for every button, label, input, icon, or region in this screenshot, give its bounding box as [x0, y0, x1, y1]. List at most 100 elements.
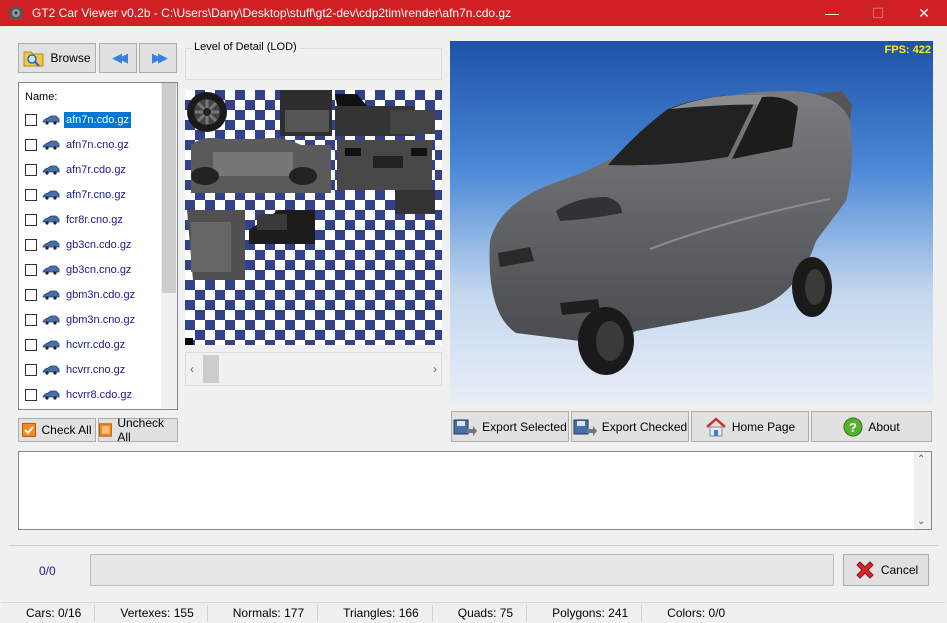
file-name: afn7n.cno.gz [66, 138, 129, 151]
scroll-left-icon[interactable]: ‹ [190, 362, 194, 376]
list-item[interactable]: fcr8r.cno.gz [19, 207, 162, 232]
item-checkbox[interactable] [25, 313, 37, 326]
car-file-icon [42, 315, 60, 325]
list-item[interactable]: gbm3n.cno.gz [19, 307, 162, 332]
list-item[interactable]: afn7r.cno.gz [19, 182, 162, 207]
item-checkbox[interactable] [25, 113, 37, 126]
title-bar: GT2 Car Viewer v0.2b - C:\Users\Dany\Des… [0, 0, 947, 26]
app-icon [9, 6, 23, 20]
export-checked-button[interactable]: Export Checked [571, 411, 689, 442]
log-output[interactable]: ⌃ ⌄ [18, 451, 932, 530]
cancel-x-icon [856, 561, 874, 579]
list-item[interactable]: hcvrr.cno.gz [19, 357, 162, 382]
list-item[interactable]: afn7r.cdo.gz [19, 157, 162, 182]
item-checkbox[interactable] [25, 188, 37, 201]
item-checkbox[interactable] [25, 138, 37, 151]
car-model-render [489, 91, 853, 375]
file-name: gbm3n.cno.gz [66, 313, 136, 326]
list-item[interactable]: gbm3n.cdo.gz [19, 282, 162, 307]
item-checkbox[interactable] [25, 213, 37, 226]
car-file-icon [42, 215, 60, 225]
home-page-button[interactable]: Home Page [691, 411, 809, 442]
maximize-button[interactable]: ☐ [855, 0, 901, 26]
list-item[interactable]: afn7n.cno.gz [19, 132, 162, 157]
next-button[interactable]: ▶▶ [139, 43, 177, 73]
list-item[interactable]: afn7n.cdo.gz [19, 107, 162, 132]
file-name: hcvrr.cdo.gz [66, 338, 126, 351]
file-name: fcr8r.cno.gz [66, 213, 123, 226]
list-item[interactable]: gb3cn.cno.gz [19, 257, 162, 282]
car-file-icon [42, 365, 60, 375]
minimize-button[interactable]: — [809, 0, 855, 26]
browse-button[interactable]: Browse [18, 43, 96, 73]
car-file-icon [42, 115, 60, 125]
uncheck-all-button[interactable]: Uncheck All [98, 416, 178, 444]
file-name: afn7r.cno.gz [66, 188, 126, 201]
file-name: afn7n.cdo.gz [64, 111, 131, 128]
home-page-label: Home Page [731, 419, 796, 434]
log-scrollbar[interactable]: ⌃ ⌄ [914, 452, 931, 529]
file-name: afn7r.cdo.gz [66, 163, 126, 176]
item-checkbox[interactable] [25, 363, 37, 376]
lod-label: Level of Detail (LOD) [192, 41, 299, 53]
file-list[interactable]: Name: afn7n.cdo.gz afn7n.cno.gz afn7r.cdo.… [18, 82, 178, 410]
list-item[interactable]: gb3cn.cdo.gz [19, 232, 162, 257]
export-selected-label: Export Selected [482, 419, 567, 434]
file-list-scroll-thumb[interactable] [162, 83, 176, 293]
about-button[interactable]: ? About [811, 411, 932, 442]
main-window: Browse ◀◀ ▶▶ Level of Detail (LOD) Name:… [1, 26, 946, 622]
progress-count: 0/0 [39, 564, 56, 578]
export-selected-button[interactable]: Export Selected [451, 411, 569, 442]
item-checkbox[interactable] [25, 388, 37, 401]
file-name: hcvrr.cno.gz [66, 363, 126, 376]
fast-forward-icon: ▶▶ [152, 50, 168, 65]
help-icon: ? [843, 417, 863, 436]
about-label: About [868, 419, 900, 434]
progress-bar [90, 554, 834, 586]
car-file-icon [42, 190, 60, 200]
divider [9, 545, 939, 546]
car-file-icon [42, 290, 60, 300]
item-checkbox[interactable] [25, 163, 37, 176]
browse-label: Browse [50, 51, 91, 65]
scroll-up-icon[interactable]: ⌃ [917, 454, 925, 465]
rewind-icon: ◀◀ [112, 50, 128, 65]
item-checkbox[interactable] [25, 338, 37, 351]
status-bar: Cars: 0/16 Vertexes: 155 Normals: 177 Tr… [1, 602, 946, 622]
close-button[interactable]: ✕ [901, 0, 947, 26]
texture-scrollbar[interactable]: ‹ › [185, 352, 442, 386]
file-name: gb3cn.cno.gz [66, 263, 132, 276]
list-item[interactable]: hcvrr8.cdo.gz [19, 382, 162, 407]
status-cars: Cars: 0/16 [1, 604, 96, 621]
status-vertexes: Vertexes: 155 [95, 604, 208, 621]
check-all-button[interactable]: Check All [18, 418, 96, 442]
uncheck-icon [99, 423, 113, 437]
item-checkbox[interactable] [25, 238, 37, 251]
status-polygons: Polygons: 241 [527, 604, 643, 621]
car-file-icon [42, 265, 60, 275]
svg-text:?: ? [849, 420, 857, 435]
cancel-label: Cancel [880, 563, 919, 577]
status-triangles: Triangles: 166 [318, 604, 433, 621]
texture-preview[interactable] [185, 90, 442, 345]
scroll-right-icon[interactable]: › [433, 362, 437, 376]
cancel-button[interactable]: Cancel [843, 554, 929, 586]
item-checkbox[interactable] [25, 263, 37, 276]
list-item[interactable]: hcvrr.cdo.gz [19, 332, 162, 357]
3d-viewport[interactable]: FPS: 422 [450, 41, 933, 403]
status-quads: Quads: 75 [433, 604, 528, 621]
texture-scroll-thumb[interactable] [203, 355, 219, 383]
previous-button[interactable]: ◀◀ [99, 43, 137, 73]
file-name: hcvrr8.cdo.gz [66, 388, 133, 401]
status-normals: Normals: 177 [208, 604, 319, 621]
scroll-down-icon[interactable]: ⌄ [917, 516, 925, 527]
home-icon [705, 416, 726, 436]
lod-group: Level of Detail (LOD) [185, 41, 442, 80]
texture-atlas [185, 90, 435, 345]
file-list-scrollbar[interactable] [161, 83, 177, 409]
file-name: gb3cn.cdo.gz [66, 238, 132, 251]
status-colors: Colors: 0/0 [667, 605, 726, 620]
file-name: gbm3n.cdo.gz [66, 288, 136, 301]
folder-search-icon [23, 51, 44, 67]
item-checkbox[interactable] [25, 288, 37, 301]
